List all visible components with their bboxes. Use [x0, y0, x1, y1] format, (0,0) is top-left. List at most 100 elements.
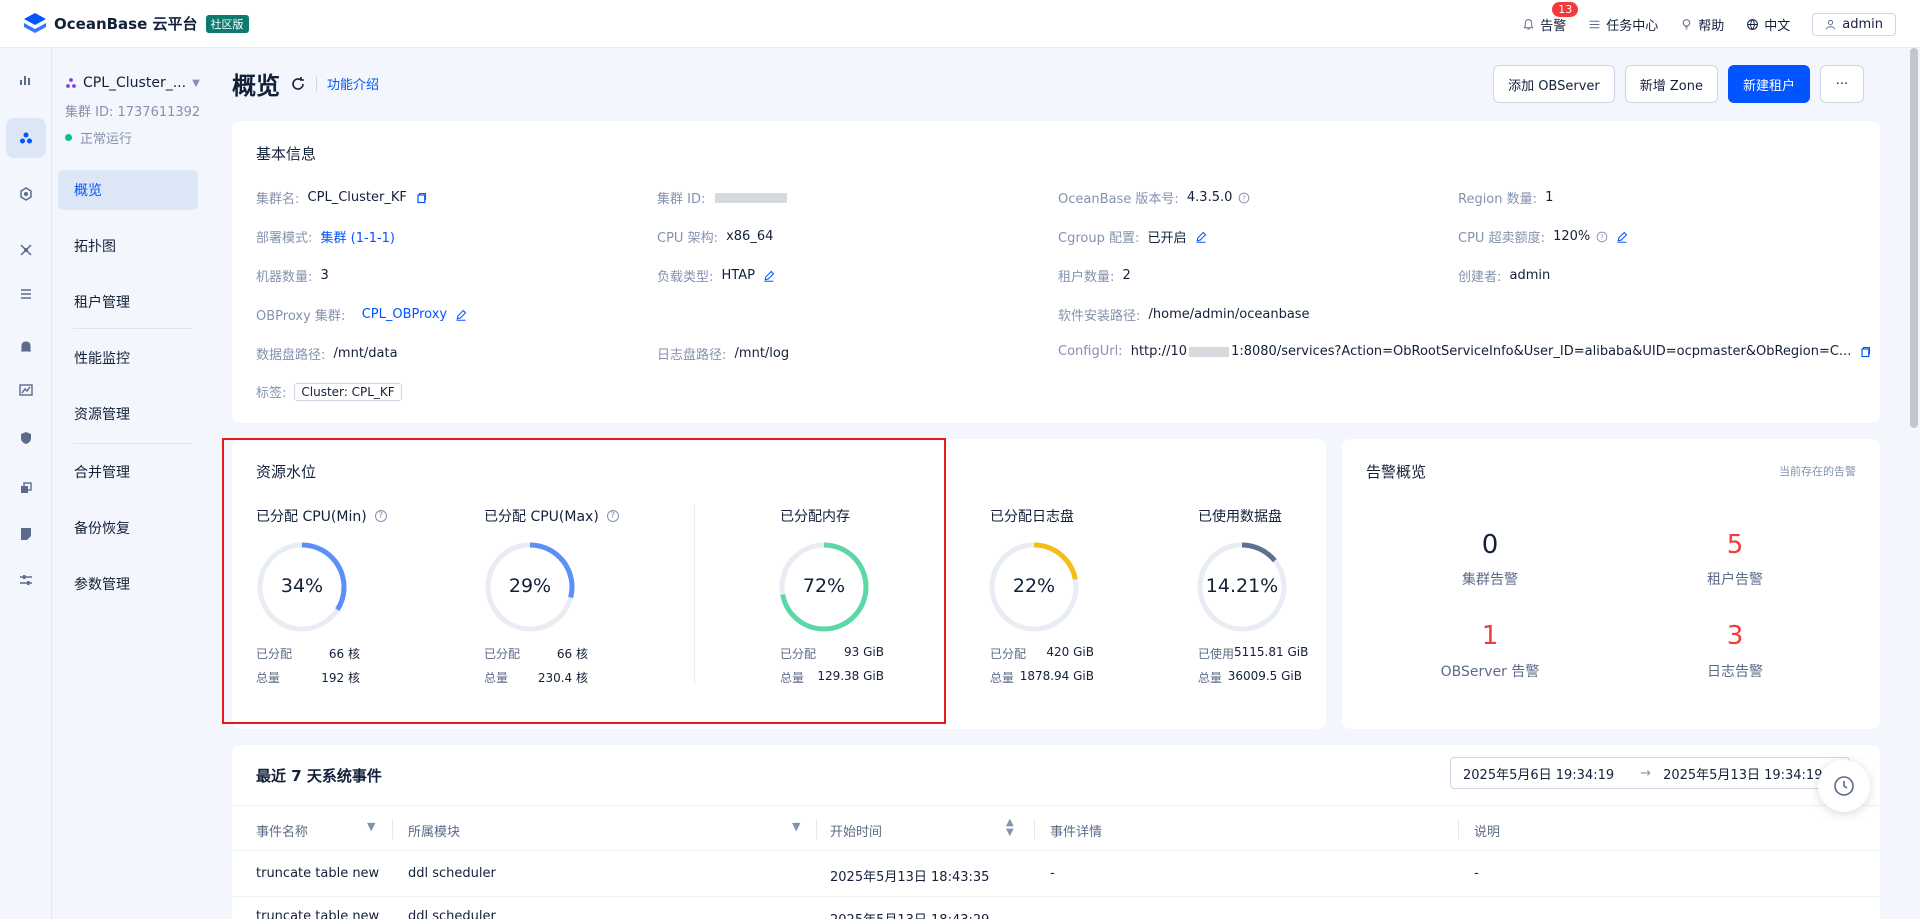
log-alert-count[interactable]: 3: [1675, 621, 1795, 651]
rail-overview-icon[interactable]: [6, 60, 46, 100]
sort-icon[interactable]: ▲ ▼: [1006, 818, 1014, 838]
date-range-picker[interactable]: 2025年5月6日 19:34:19 → 2025年5月13日 19:34:19: [1450, 757, 1850, 789]
stat-key: 已使用: [1198, 647, 1235, 661]
bar-chart-icon: [20, 76, 30, 85]
alerts-label: 告警: [1540, 18, 1567, 34]
tenant-alert-count[interactable]: 5: [1675, 530, 1795, 560]
info-key: OBProxy 集群:: [256, 309, 346, 324]
language-switch[interactable]: 中文: [1746, 15, 1790, 34]
stat-allocated: 已分配 420 GiB: [990, 645, 1094, 662]
edit-icon[interactable]: [1616, 231, 1628, 243]
page-scrollbar[interactable]: [1910, 48, 1918, 428]
cluster-id: 集群 ID: 1737611392: [65, 105, 201, 120]
rail-cluster-icon[interactable]: [6, 118, 46, 158]
log-alert-label: 日志告警: [1707, 664, 1763, 680]
info-value: HTAP: [721, 268, 755, 283]
rail-security-icon[interactable]: [6, 418, 46, 458]
alerts-count-badge: 13: [1552, 1, 1579, 17]
nav-item-resources[interactable]: 资源管理: [58, 394, 198, 434]
column-separator: [816, 819, 817, 839]
observer-alert-count[interactable]: 1: [1430, 621, 1550, 651]
new-tenant-button[interactable]: 新建租户: [1727, 65, 1810, 103]
stat-value: 1878.94 GiB: [1019, 669, 1094, 683]
nav-item-backup[interactable]: 备份恢复: [58, 508, 198, 548]
menu-icon: [21, 289, 31, 299]
logo[interactable]: OceanBase 云平台 社区版: [22, 11, 249, 37]
cluster-alert-count[interactable]: 0: [1430, 530, 1550, 560]
cell-event-name: truncate table new: [256, 866, 380, 881]
sliders-icon: [20, 575, 32, 585]
cell-remark: -: [1474, 866, 1479, 881]
question-icon[interactable]: ?: [1596, 231, 1608, 243]
stat-key: 已分配: [990, 647, 1027, 661]
copy-icon[interactable]: [415, 192, 427, 204]
end-date[interactable]: 2025年5月13日 19:34:19: [1663, 764, 1822, 783]
info-obproxy: OBProxy 集群: CPL_OBProxy: [256, 305, 467, 324]
cell-detail: -: [1050, 866, 1055, 881]
more-actions-button[interactable]: ···: [1820, 65, 1864, 103]
deploy-mode-link[interactable]: 集群 (1-1-1): [321, 227, 395, 246]
rail-backup-icon[interactable]: [6, 468, 46, 508]
nav-item-topology[interactable]: 拓扑图: [58, 226, 198, 266]
question-icon[interactable]: ?: [1238, 192, 1250, 204]
nav-item-merge[interactable]: 合并管理: [58, 452, 198, 492]
nav-item-parameters[interactable]: 参数管理: [58, 564, 198, 604]
edit-icon[interactable]: [455, 309, 467, 321]
refresh-icon[interactable]: [290, 76, 306, 92]
network-icon: [20, 244, 32, 256]
task-center-button[interactable]: 任务中心: [1588, 15, 1658, 34]
add-observer-button[interactable]: 添加 OBServer: [1493, 65, 1615, 103]
obproxy-link[interactable]: CPL_OBProxy: [362, 307, 447, 322]
info-cluster-name: 集群名: CPL_Cluster_KF: [256, 188, 427, 207]
cluster-icon: [66, 78, 76, 88]
info-value: x86_64: [726, 229, 774, 244]
cluster-selector[interactable]: CPL_Cluster_... ▼: [65, 75, 200, 91]
divider: [316, 76, 317, 91]
cluster-status: 正常运行: [65, 128, 132, 147]
stat-key: 总量: [1198, 671, 1223, 685]
page-header: 概览 功能介绍: [232, 66, 379, 101]
rail-tenant-icon[interactable]: [6, 174, 46, 214]
rail-list-icon[interactable]: [6, 274, 46, 314]
rail-topology-icon[interactable]: [6, 230, 46, 270]
feature-intro-link[interactable]: 功能介绍: [327, 74, 379, 93]
info-tags: 标签: Cluster: CPL_KF: [256, 382, 402, 401]
help-label: 帮助: [1698, 18, 1725, 34]
edit-icon[interactable]: [763, 270, 775, 282]
copy-icon[interactable]: [1859, 346, 1871, 358]
nav-item-tenants[interactable]: 租户管理: [58, 282, 198, 322]
history-float-button[interactable]: [1818, 760, 1870, 812]
stat-value: 36009.5 GiB: [1227, 669, 1302, 683]
user-menu-button[interactable]: admin: [1812, 12, 1896, 36]
info-key: Region 数量:: [1458, 192, 1538, 207]
alarm-icon: [21, 341, 31, 352]
rail-settings-icon[interactable]: [6, 560, 46, 600]
help-button[interactable]: 帮助: [1680, 15, 1724, 34]
cluster-icon: [20, 132, 32, 144]
info-value: 4.3.5.0: [1186, 190, 1233, 205]
copy-icon: [21, 482, 32, 493]
stat-total: 总量 1878.94 GiB: [990, 669, 1094, 686]
gauge-percent: 22%: [1012, 575, 1056, 597]
svg-text:?: ?: [1600, 233, 1604, 241]
row-divider: [232, 896, 1880, 897]
nav-item-performance[interactable]: 性能监控: [58, 338, 198, 378]
rail-report-icon[interactable]: [6, 514, 46, 554]
add-zone-button[interactable]: 新增 Zone: [1624, 65, 1718, 103]
filter-icon[interactable]: ▼: [792, 820, 800, 833]
edit-icon[interactable]: [1195, 231, 1207, 243]
lightbulb-icon: [1682, 18, 1691, 29]
highlight-frame: [222, 438, 946, 724]
alerts-button[interactable]: 告警 13: [1522, 1, 1579, 34]
info-key: CPU 架构:: [657, 231, 718, 246]
filter-icon[interactable]: ▼: [367, 820, 375, 833]
gauge-title: 已使用数据盘: [1198, 509, 1282, 525]
info-creator: 创建者: admin: [1458, 266, 1550, 285]
rail-monitor-icon[interactable]: [6, 370, 46, 410]
col-start-time: 开始时间: [830, 825, 883, 840]
info-cpu-overcommit: CPU 超卖额度: 120% ?: [1458, 227, 1628, 246]
icon-rail: [0, 48, 52, 919]
start-date[interactable]: 2025年5月6日 19:34:19: [1463, 764, 1614, 783]
rail-alarm-icon[interactable]: [6, 326, 46, 366]
nav-item-overview[interactable]: 概览: [58, 170, 198, 210]
